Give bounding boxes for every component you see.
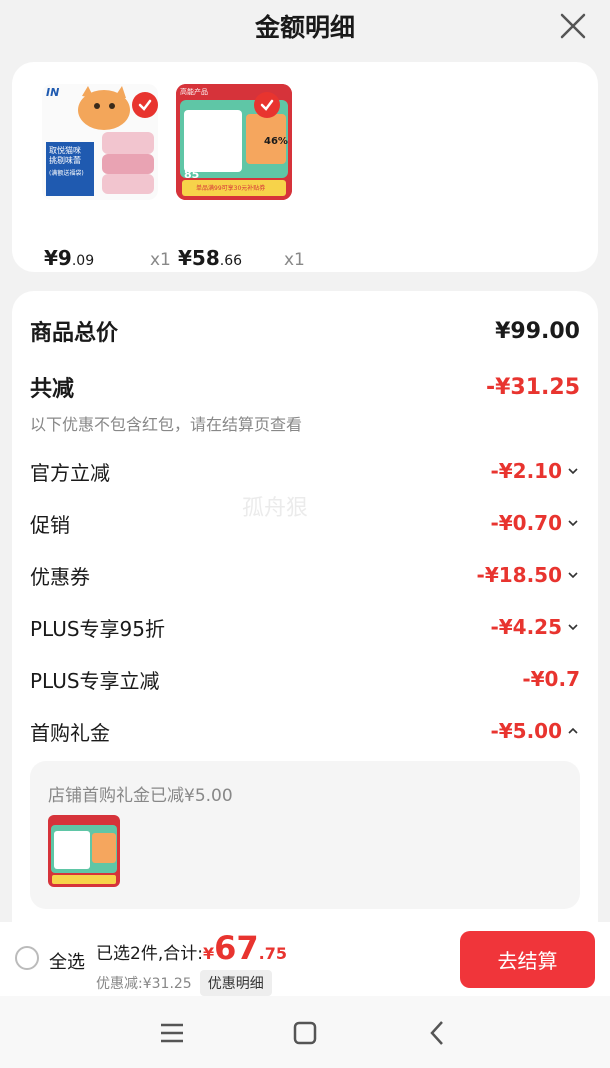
gift-detail-box: 店铺首购礼金已减¥5.00 (30, 761, 580, 909)
chevron-down-icon[interactable] (566, 516, 580, 530)
product-thumbnail: IN 取悦猫咪 挑剔味蕾 (满额送福袋) (42, 84, 158, 200)
discount-label: PLUS专享95折 (30, 616, 165, 641)
select-all-label[interactable]: 全选 (49, 948, 85, 974)
home-icon[interactable] (290, 1018, 320, 1048)
discount-value: -¥5.00 (490, 719, 580, 743)
discount-label: 首购礼金 (30, 720, 110, 745)
checkout-button[interactable]: 去结算 (460, 931, 595, 988)
product-qty: x1 (150, 250, 171, 270)
system-nav-bar (0, 996, 610, 1068)
total-amount: 67 (214, 929, 259, 967)
discount-value: -¥0.7 (522, 667, 580, 691)
total-price-value: ¥99.00 (495, 318, 580, 344)
total-discount-label: 共减 (30, 377, 75, 402)
close-icon[interactable] (558, 11, 588, 41)
discount-value: -¥4.25 (490, 615, 580, 639)
selected-count: 已选2件,合计: (96, 944, 203, 964)
back-icon[interactable] (423, 1018, 453, 1048)
brand-logo: IN (46, 86, 60, 99)
product-thumbnail: 高能产品 46% 85 单品满99可享30元补贴券 (176, 84, 292, 200)
product-number: 85 (184, 168, 200, 181)
total-currency: ¥ (202, 944, 215, 963)
discount-label: 官方立减 (30, 460, 110, 485)
discount-value: -¥18.50 (477, 563, 580, 587)
product-promo: 单品满99可享30元补贴券 (196, 185, 266, 192)
product-badge: 取悦猫咪 挑剔味蕾 (49, 146, 81, 165)
total-price-row: 商品总价 ¥99.00 (30, 311, 580, 351)
price-details-card: 商品总价 ¥99.00 共减 -¥31.25 以下优惠不包含红包，请在结算页查看… (12, 291, 598, 951)
discount-row: PLUS专享立减 -¥0.7 (30, 659, 580, 699)
product-badge-sub: (满额送福袋) (49, 170, 84, 177)
gift-detail-text: 店铺首购礼金已减¥5.00 (48, 786, 233, 806)
discount-value: -¥0.70 (490, 511, 580, 535)
product-item[interactable]: 高能产品 46% 85 单品满99可享30元补贴券 ¥58.66 x1 (176, 84, 305, 270)
discount-row[interactable]: PLUS专享95折 -¥4.25 (30, 607, 580, 647)
selected-check-icon[interactable] (254, 92, 280, 118)
total-price-label: 商品总价 (30, 321, 119, 346)
chevron-down-icon[interactable] (566, 568, 580, 582)
chevron-down-icon[interactable] (566, 464, 580, 478)
total-discount-row: 共减 -¥31.25 (30, 367, 580, 407)
discount-value: -¥2.10 (490, 459, 580, 483)
menu-icon[interactable] (157, 1018, 187, 1048)
discount-detail-button[interactable]: 优惠明细 (199, 970, 272, 996)
discount-label: 优惠券 (30, 564, 90, 589)
chevron-down-icon[interactable] (566, 620, 580, 634)
discount-row[interactable]: 官方立减 -¥2.10 (30, 451, 580, 491)
order-summary: 已选2件,合计: ¥ 67 .75 优惠减:¥31.25 优惠明细 (96, 932, 287, 996)
products-card: IN 取悦猫咪 挑剔味蕾 (满额送福袋) ¥9.09 x1 高能产品 46% 8… (12, 62, 598, 272)
selected-check-icon[interactable] (132, 92, 158, 118)
discount-label: 促销 (30, 512, 70, 537)
discount-note: 以下优惠不包含红包，请在结算页查看 (30, 415, 303, 434)
checkout-bar: 全选 已选2件,合计: ¥ 67 .75 优惠减:¥31.25 优惠明细 去结算 (0, 922, 610, 996)
chevron-up-icon[interactable] (566, 724, 580, 738)
product-percent: 46% (264, 136, 288, 147)
total-decimal: .75 (258, 944, 287, 963)
product-item[interactable]: IN 取悦猫咪 挑剔味蕾 (满额送福袋) ¥9.09 x1 (42, 84, 171, 270)
watermark: 孤舟狠 (242, 496, 309, 521)
header: 金额明细 (0, 0, 610, 52)
discount-row[interactable]: 首购礼金 -¥5.00 (30, 711, 580, 751)
discount-row[interactable]: 优惠券 -¥18.50 (30, 555, 580, 595)
page-title: 金额明细 (254, 13, 355, 42)
saved-amount: 优惠减:¥31.25 (96, 976, 192, 992)
total-discount-value: -¥31.25 (485, 374, 580, 400)
select-all-radio[interactable] (15, 946, 39, 970)
product-tag: 高能产品 (180, 88, 208, 96)
product-qty: x1 (284, 250, 305, 270)
product-price: ¥9.09 (44, 246, 95, 270)
discount-label: PLUS专享立减 (30, 668, 160, 693)
product-price: ¥58.66 (178, 246, 243, 270)
gift-product-thumbnail (48, 815, 120, 887)
